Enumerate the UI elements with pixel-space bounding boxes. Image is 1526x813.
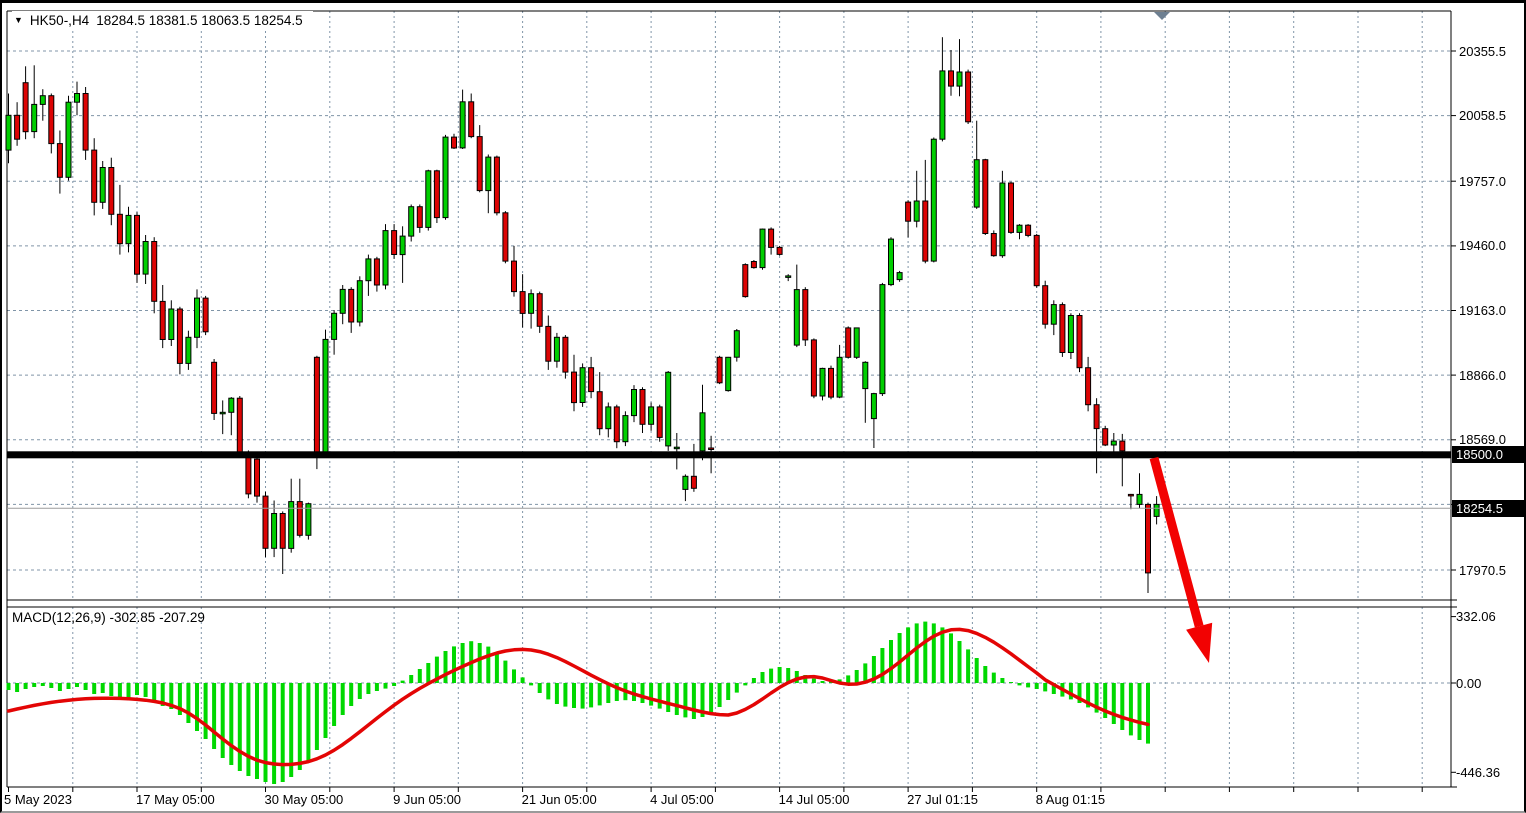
ohlc-values: 18284.5 18381.5 18063.5 18254.5	[96, 13, 302, 28]
symbol-period-label: HK50-,H4	[30, 13, 89, 28]
price-badge: 18500.0	[1452, 446, 1526, 463]
price-badge: 18254.5	[1452, 500, 1526, 517]
time-axis-label: 5 May 2023	[4, 792, 72, 807]
time-axis-label: 27 Jul 01:15	[907, 792, 978, 807]
price-axis-label: 19163.0	[1459, 303, 1506, 318]
time-axis-label: 8 Aug 01:15	[1036, 792, 1105, 807]
price-axis-label: 19460.0	[1459, 238, 1506, 253]
macd-indicator-label: MACD(12,26,9) -302.85 -207.29	[12, 610, 205, 625]
macd-axis-label: 0.00	[1456, 676, 1481, 691]
time-axis-label: 9 Jun 05:00	[393, 792, 461, 807]
time-axis-label: 14 Jul 05:00	[779, 792, 850, 807]
time-axis[interactable]	[7, 787, 1451, 813]
macd-axis-label: 332.06	[1456, 609, 1496, 624]
price-axis-label: 20355.5	[1459, 44, 1506, 59]
price-pane[interactable]	[7, 11, 1451, 600]
chart-window: ▼ HK50-,H4 18284.5 18381.5 18063.5 18254.5…	[0, 0, 1526, 813]
time-axis-label: 30 May 05:00	[265, 792, 344, 807]
symbol-collapse-icon[interactable]: ▼	[14, 16, 23, 25]
price-axis[interactable]	[1451, 11, 1526, 787]
time-axis-label: 4 Jul 05:00	[650, 792, 714, 807]
price-axis-label: 17970.5	[1459, 563, 1506, 578]
price-axis-label: 20058.5	[1459, 108, 1506, 123]
price-axis-label: 19757.0	[1459, 174, 1506, 189]
price-axis-label: 18866.0	[1459, 368, 1506, 383]
time-axis-label: 17 May 05:00	[136, 792, 215, 807]
indicator-pane[interactable]	[7, 607, 1451, 787]
macd-axis-label: -446.36	[1456, 765, 1500, 780]
price-axis-label: 18569.0	[1459, 432, 1506, 447]
chart-title: ▼ HK50-,H4 18284.5 18381.5 18063.5 18254.5	[12, 11, 313, 29]
time-axis-label: 21 Jun 05:00	[522, 792, 597, 807]
